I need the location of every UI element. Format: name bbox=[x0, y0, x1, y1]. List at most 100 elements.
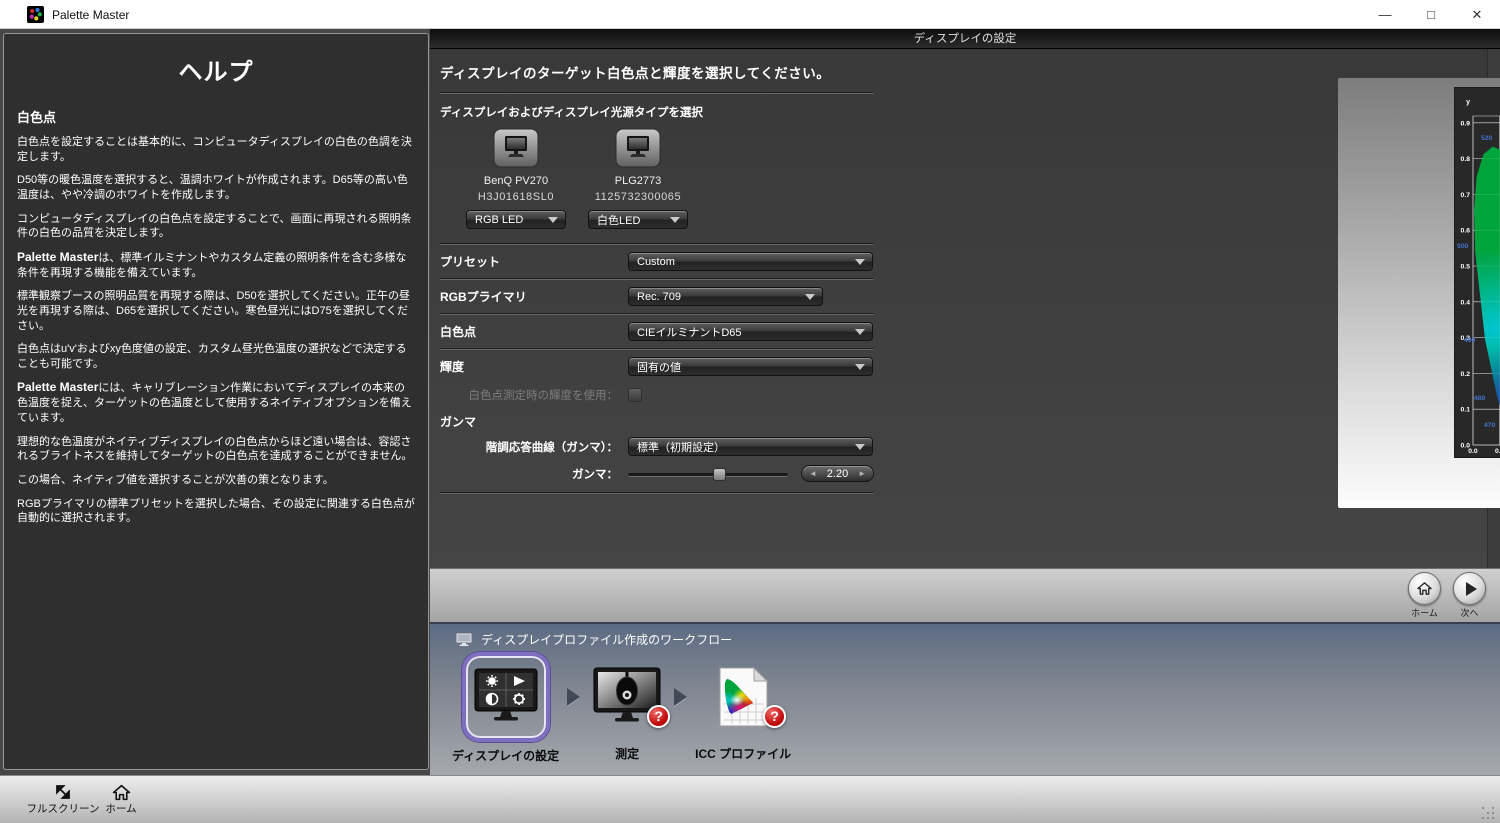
help-paragraph: 白色点はu'v'およびxy色度値の設定、カスタム昼光色温度の選択などで決定するこ… bbox=[17, 342, 415, 371]
luminance-caption: 輝度： 固有の値 bbox=[1455, 466, 1500, 483]
help-paragraph: RGBプライマリの標準プリセットを選択した場合、その設定に関連する白色点が自動的… bbox=[17, 497, 415, 526]
help-paragraph: 白色点を設定することは基本的に、コンピュータディスプレイの白色の色調を決定します… bbox=[17, 135, 415, 164]
home-button[interactable] bbox=[1408, 572, 1441, 605]
display-name: PLG2773 bbox=[588, 175, 688, 187]
help-paragraph: D50等の暖色温度を選択すると、温調ホワイトが作成されます。D65等の高い色温度… bbox=[17, 173, 415, 202]
rgb-primaries-label: RGBプライマリ bbox=[440, 288, 628, 305]
workflow-arrow-icon bbox=[674, 688, 687, 706]
tone-curve-value: 標準（初期設定） bbox=[637, 439, 725, 455]
chevron-down-icon bbox=[855, 444, 865, 450]
display-settings-icon bbox=[473, 668, 539, 726]
gamma-slider-thumb[interactable] bbox=[713, 468, 726, 481]
help-heading: 白色点 bbox=[17, 107, 415, 126]
svg-text:0.0: 0.0 bbox=[1461, 443, 1471, 450]
white-point-label: 白色点 bbox=[440, 323, 628, 340]
white-point-value: CIEイルミナントD65 bbox=[637, 324, 742, 340]
rgb-primaries-dropdown[interactable]: Rec. 709 bbox=[628, 287, 823, 306]
close-button[interactable]: ✕ bbox=[1454, 0, 1500, 29]
backlight-value: 白色LED bbox=[597, 212, 640, 228]
chevron-down-icon bbox=[855, 259, 865, 265]
help-paragraph: この場合、ネイティブ値を選択することが次善の策となります。 bbox=[17, 473, 415, 488]
gamma-slider[interactable] bbox=[628, 466, 788, 482]
svg-text:0.6: 0.6 bbox=[1461, 228, 1471, 235]
footer-home-label: ホーム bbox=[100, 801, 142, 816]
chevron-down-icon bbox=[805, 294, 815, 300]
home-icon bbox=[1416, 581, 1433, 596]
use-measured-luminance-label: 白色点測定時の輝度を使用： bbox=[440, 387, 628, 403]
workflow-title: ディスプレイプロファイル作成のワークフロー bbox=[481, 631, 732, 648]
main-panel: ディスプレイの設定 ディスプレイのターゲット白色点と輝度を選択してください。 デ… bbox=[430, 29, 1500, 568]
workflow-step-icc-profile: ? ICC プロファイル bbox=[695, 654, 791, 762]
svg-text:0.9: 0.9 bbox=[1461, 120, 1471, 127]
display-serial: H3J01618SL0 bbox=[466, 191, 566, 203]
home-button-label: ホーム bbox=[1408, 606, 1441, 619]
navigation-band: ホーム 次へ bbox=[430, 568, 1500, 622]
title-bar: Palette Master — □ ✕ bbox=[0, 0, 1500, 29]
minimize-button[interactable]: — bbox=[1362, 0, 1408, 29]
tone-curve-dropdown[interactable]: 標準（初期設定） bbox=[628, 437, 873, 456]
cie-chromaticity-chart: 0.00.10.20.30.40.50.60.70.80.9 0.00.10.2… bbox=[1455, 88, 1500, 457]
help-paragraph: 理想的な色温度がネイティブディスプレイの白色点からほど遠い場合は、容認されるブラ… bbox=[17, 435, 415, 464]
stepper-decrease-icon[interactable]: ◄ bbox=[809, 470, 817, 478]
fullscreen-icon bbox=[54, 783, 72, 801]
preset-dropdown[interactable]: Custom bbox=[628, 252, 873, 271]
palette-master-app-icon bbox=[27, 6, 44, 23]
measure-step-button[interactable]: ? bbox=[588, 654, 666, 740]
luminance-value: 固有の値 bbox=[637, 359, 681, 375]
footer-home-button[interactable]: ホーム bbox=[100, 782, 142, 816]
backlight-value: RGB LED bbox=[475, 214, 523, 226]
svg-text:0.8: 0.8 bbox=[1461, 156, 1471, 163]
window-title: Palette Master bbox=[52, 8, 129, 22]
help-title: ヘルプ bbox=[17, 52, 415, 87]
gamma-label: ガンマ： bbox=[440, 466, 628, 482]
icc-profile-step-button[interactable]: ? bbox=[704, 654, 782, 740]
svg-text:0.1: 0.1 bbox=[1461, 407, 1471, 414]
backlight-dropdown[interactable]: RGB LED bbox=[466, 210, 566, 229]
chevron-down-icon bbox=[855, 364, 865, 370]
chevron-down-icon bbox=[855, 329, 865, 335]
help-paragraphs: 白色点を設定することは基本的に、コンピュータディスプレイの白色の色調を決定します… bbox=[17, 135, 415, 526]
stepper-increase-icon[interactable]: ► bbox=[858, 470, 866, 478]
help-paragraph: Palette Masterには、キャリブレーション作業においてディスプレイの本… bbox=[17, 380, 415, 425]
svg-text:500: 500 bbox=[1457, 243, 1469, 250]
preset-label: プリセット bbox=[440, 253, 628, 270]
display-serial: 1125732300065 bbox=[588, 191, 688, 203]
svg-text:0.4: 0.4 bbox=[1461, 299, 1471, 306]
fullscreen-button[interactable]: フルスクリーン bbox=[22, 782, 104, 816]
display-list: BenQ PV270 H3J01618SL0 RGB LED bbox=[466, 128, 874, 229]
display-settings-step-button[interactable] bbox=[462, 652, 550, 742]
help-paragraph: コンピュータディスプレイの白色点を設定することで、画面に再現される照明条件の白色… bbox=[17, 212, 415, 241]
help-paragraph: Palette Masterは、標準イルミナントやカスタム定義の照明条件を含む多… bbox=[17, 250, 415, 281]
svg-text:0.7: 0.7 bbox=[1461, 192, 1471, 199]
maximize-button[interactable]: □ bbox=[1408, 0, 1454, 29]
resize-grip[interactable] bbox=[1482, 805, 1496, 819]
next-button-label: 次へ bbox=[1453, 606, 1486, 619]
divider bbox=[440, 492, 874, 494]
display-card: BenQ PV270 H3J01618SL0 RGB LED bbox=[466, 128, 566, 229]
use-measured-luminance-checkbox[interactable] bbox=[628, 388, 642, 402]
display-select-button[interactable] bbox=[493, 128, 539, 168]
settings-column: ディスプレイのターゲット白色点と輝度を選択してください。 ディスプレイおよびディ… bbox=[440, 51, 874, 494]
section-header: ディスプレイのターゲット白色点と輝度を選択してください。 bbox=[440, 51, 874, 92]
white-point-dropdown[interactable]: CIEイルミナントD65 bbox=[628, 322, 873, 341]
display-name: BenQ PV270 bbox=[466, 175, 566, 187]
question-badge: ? bbox=[647, 705, 670, 728]
help-paragraph: 標準観察ブースの照明品質を再現する際は、D50を選択してください。正午の昼光を再… bbox=[17, 289, 415, 333]
workflow-band: ディスプレイプロファイル作成のワークフロー bbox=[430, 622, 1500, 775]
svg-text:y: y bbox=[1466, 99, 1470, 106]
display-select-button[interactable] bbox=[615, 128, 661, 168]
play-icon bbox=[1466, 582, 1477, 596]
workflow-arrow-icon bbox=[567, 688, 580, 706]
svg-text:470: 470 bbox=[1484, 422, 1496, 429]
gamma-slider-track[interactable] bbox=[628, 473, 788, 476]
app-body: ディスプレイの設定 ディスプレイのターゲット白色点と輝度を選択してください。 デ… bbox=[0, 29, 1500, 823]
backlight-dropdown[interactable]: 白色LED bbox=[588, 210, 688, 229]
help-panel: ヘルプ 白色点 白色点を設定することは基本的に、コンピュータディスプレイの白色の… bbox=[3, 33, 429, 770]
divider bbox=[440, 92, 874, 94]
next-button[interactable] bbox=[1453, 572, 1486, 605]
workflow-step-label: ICC プロファイル bbox=[695, 745, 791, 762]
svg-text:0.1: 0.1 bbox=[1495, 448, 1500, 455]
source-type-label: ディスプレイおよびディスプレイ光源タイプを選択 bbox=[440, 104, 874, 120]
tone-curve-label: 階調応答曲線（ガンマ）： bbox=[440, 439, 628, 455]
luminance-dropdown[interactable]: 固有の値 bbox=[628, 357, 873, 376]
